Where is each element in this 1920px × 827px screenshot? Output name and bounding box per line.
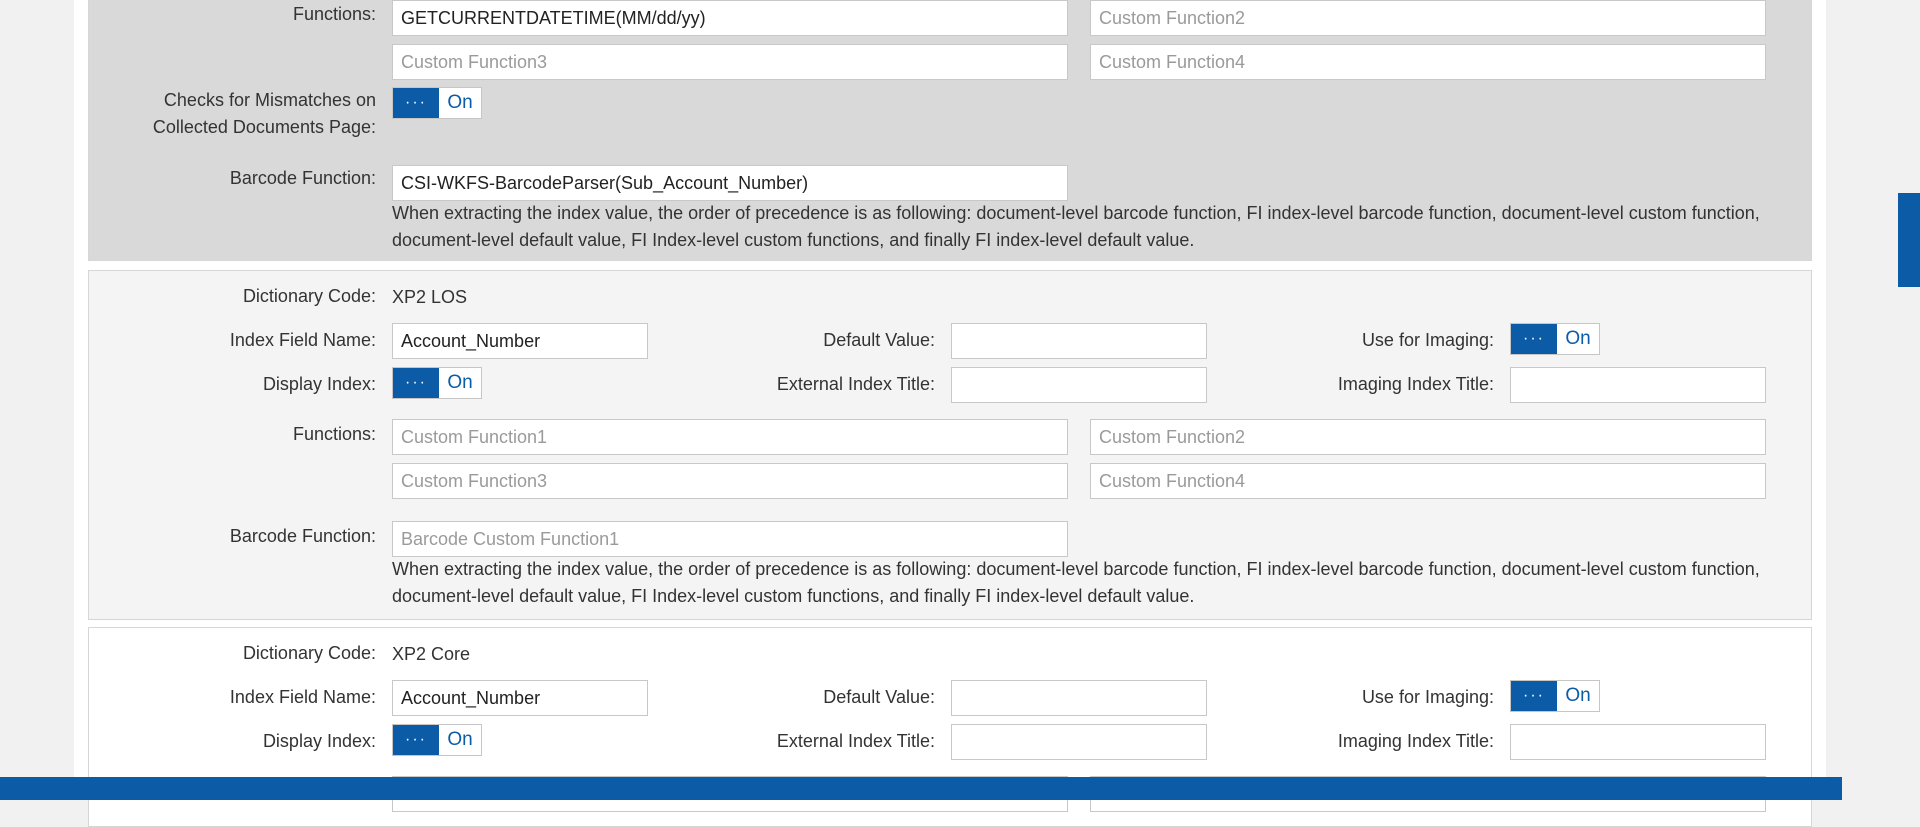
index-field-section-xp2-los: Dictionary Code: XP2 LOS Index Field Nam… (88, 270, 1812, 620)
scrollbar-thumb[interactable] (1898, 193, 1920, 287)
toggle-state: On (447, 372, 473, 393)
custom-function2-input[interactable] (1090, 0, 1766, 36)
content-page: Functions: Checks for Mismatches on Coll… (74, 0, 1826, 827)
toggle-state: On (447, 729, 473, 750)
use-for-imaging-toggle[interactable]: ··· On (1510, 323, 1600, 355)
external-index-title-input[interactable] (951, 367, 1207, 403)
use-for-imaging-label: Use for Imaging: (1361, 330, 1494, 350)
index-field-section-top: Functions: Checks for Mismatches on Coll… (88, 0, 1812, 261)
imaging-index-title-label: Imaging Index Title: (1337, 374, 1494, 394)
toggle-knob-icon: ··· (393, 368, 439, 398)
dictionary-code-value: XP2 Core (392, 644, 471, 664)
barcode-function-label: Barcode Function: (229, 168, 376, 188)
index-field-name-label: Index Field Name: (229, 687, 376, 707)
external-index-title-label: External Index Title: (776, 731, 935, 751)
display-index-label: Display Index: (262, 731, 376, 751)
dictionary-code-value: XP2 LOS (392, 287, 468, 307)
dictionary-code-label: Dictionary Code: (242, 643, 376, 663)
barcode-function-label: Barcode Function: (229, 526, 376, 546)
custom-function3-input[interactable] (392, 463, 1068, 499)
precedence-note: When extracting the index value, the ord… (392, 203, 1760, 250)
custom-function3-input[interactable] (392, 44, 1068, 80)
display-index-toggle[interactable]: ··· On (392, 724, 482, 756)
toggle-state: On (1565, 685, 1591, 706)
imaging-index-title-label: Imaging Index Title: (1337, 731, 1494, 751)
toggle-state: On (1565, 328, 1591, 349)
custom-function4-input[interactable] (1090, 44, 1766, 80)
use-for-imaging-label: Use for Imaging: (1361, 687, 1494, 707)
custom-function2-input[interactable] (1090, 419, 1766, 455)
functions-label: Functions: (292, 4, 376, 24)
functions-label: Functions: (292, 424, 376, 444)
imaging-index-title-input[interactable] (1510, 724, 1766, 760)
toggle-knob-icon: ··· (393, 88, 439, 118)
custom-function4-input[interactable] (1090, 463, 1766, 499)
custom-function1-input[interactable] (392, 0, 1068, 36)
default-value-label: Default Value: (823, 330, 935, 350)
barcode-function-input[interactable] (392, 521, 1068, 557)
toggle-state: On (447, 92, 473, 113)
default-value-input[interactable] (951, 680, 1207, 716)
default-value-label: Default Value: (823, 687, 935, 707)
display-index-toggle[interactable]: ··· On (392, 367, 482, 399)
bottom-action-bar (0, 777, 1842, 800)
external-index-title-label: External Index Title: (776, 374, 935, 394)
precedence-note: When extracting the index value, the ord… (392, 559, 1760, 606)
index-field-name-label: Index Field Name: (229, 330, 376, 350)
mismatch-check-label: Checks for Mismatches on Collected Docum… (152, 90, 376, 137)
use-for-imaging-toggle[interactable]: ··· On (1510, 680, 1600, 712)
custom-function1-input[interactable] (392, 419, 1068, 455)
default-value-input[interactable] (951, 323, 1207, 359)
toggle-knob-icon: ··· (393, 725, 439, 755)
index-field-name-input[interactable] (392, 323, 648, 359)
display-index-label: Display Index: (262, 374, 376, 394)
imaging-index-title-input[interactable] (1510, 367, 1766, 403)
toggle-knob-icon: ··· (1511, 324, 1557, 354)
mismatch-check-toggle[interactable]: ··· On (392, 87, 482, 119)
toggle-knob-icon: ··· (1511, 681, 1557, 711)
index-field-name-input[interactable] (392, 680, 648, 716)
dictionary-code-label: Dictionary Code: (242, 286, 376, 306)
external-index-title-input[interactable] (951, 724, 1207, 760)
barcode-function-input[interactable] (392, 165, 1068, 201)
